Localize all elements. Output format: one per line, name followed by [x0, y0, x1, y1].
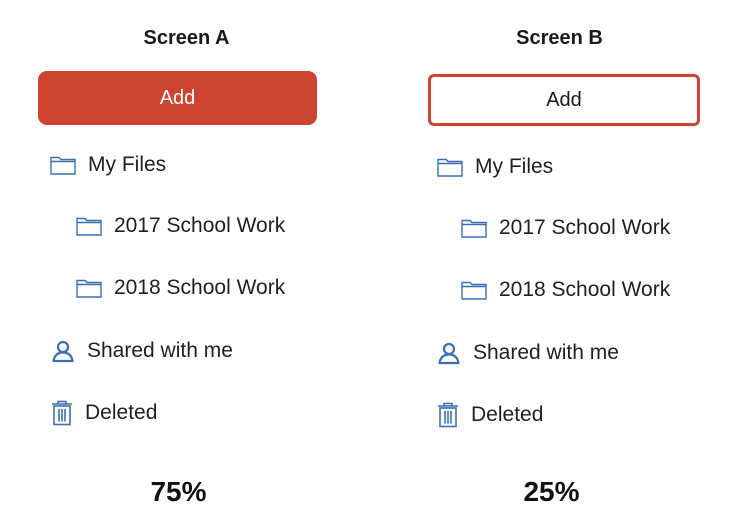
- nav-item-label: 2017 School Work: [114, 214, 286, 237]
- screen-a-panel: Screen A Add My Files 2017 School Work 2…: [0, 0, 373, 528]
- nav-item-my-files[interactable]: My Files: [50, 153, 166, 177]
- screen-a-percentage: 75%: [150, 476, 207, 507]
- person-icon: [51, 339, 75, 363]
- nav-item-2018-school-work[interactable]: 2018 School Work: [76, 276, 285, 300]
- nav-item-label: 2018 School Work: [499, 278, 671, 301]
- nav-item-2018-school-work[interactable]: 2018 School Work: [461, 278, 670, 302]
- nav-item-deleted[interactable]: Deleted: [437, 402, 543, 428]
- trash-icon: [51, 400, 73, 426]
- screen-a-title: Screen A: [143, 27, 230, 49]
- nav-item-label: My Files: [88, 153, 167, 176]
- person-icon: [437, 341, 461, 365]
- nav-item-label: Deleted: [85, 401, 158, 424]
- nav-item-label: 2017 School Work: [499, 216, 671, 239]
- nav-item-shared-with-me[interactable]: Shared with me: [437, 341, 619, 365]
- nav-item-label: Shared with me: [473, 341, 619, 364]
- trash-icon: [437, 402, 459, 428]
- screen-b-percentage: 25%: [523, 476, 580, 507]
- nav-item-deleted[interactable]: Deleted: [51, 400, 157, 426]
- nav-item-label: 2018 School Work: [114, 276, 286, 299]
- folder-icon: [461, 280, 487, 300]
- folder-icon: [76, 278, 102, 298]
- folder-icon: [50, 155, 76, 175]
- nav-item-shared-with-me[interactable]: Shared with me: [51, 339, 233, 363]
- folder-icon: [76, 216, 102, 236]
- nav-item-label: Deleted: [471, 403, 544, 426]
- folder-icon: [461, 218, 487, 238]
- nav-item-2017-school-work[interactable]: 2017 School Work: [76, 214, 285, 238]
- screen-b-panel: Screen B Add My Files 2017 School Work 2…: [373, 0, 746, 528]
- nav-item-my-files[interactable]: My Files: [437, 155, 553, 179]
- nav-item-2017-school-work[interactable]: 2017 School Work: [461, 216, 670, 240]
- nav-item-label: My Files: [475, 155, 554, 178]
- add-button[interactable]: Add: [428, 74, 700, 126]
- folder-icon: [437, 157, 463, 177]
- add-button[interactable]: Add: [38, 71, 317, 125]
- nav-item-label: Shared with me: [87, 339, 233, 362]
- screen-b-title: Screen B: [516, 27, 603, 49]
